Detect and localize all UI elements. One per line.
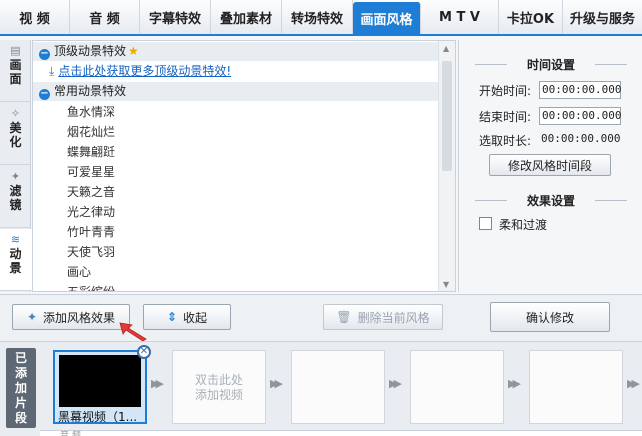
list-item[interactable]: 光之律动 [33,203,115,222]
list-item[interactable]: 天籁之音 [33,183,115,202]
collapse-icon[interactable]: − [39,49,50,60]
list-item[interactable]: 天使飞羽 [33,243,115,262]
clip-slot-empty[interactable] [529,350,623,424]
list-item[interactable]: 画心 [33,263,91,282]
trash-icon: 🗑 [336,310,352,324]
tab-upgrade-service[interactable]: 升级与服务 [563,0,642,34]
scrollbar-thumb[interactable] [442,61,452,171]
end-time-input[interactable]: 00:00:00.000 [539,107,621,125]
chevron-right-icon: ▶▶ [627,377,640,390]
modify-period-button[interactable]: 修改风格时间段 [489,154,611,176]
delete-current-style-label: 删除当前风格 [357,310,430,325]
end-time-label: 结束时间: [479,110,532,124]
collapse-label: 收起 [183,310,208,325]
download-icon: ⤓ [49,64,55,78]
magic-wand-icon: ✦ [26,310,38,324]
more-effects-link-text[interactable]: 点击此处获取更多顶级动景特效! [58,64,231,78]
side-tab-filter[interactable]: ✦ 滤镜 [0,166,31,228]
side-tab-bar: ▤ 画面 ✧ 美化 ✦ 滤镜 ≋ 动景 [0,40,32,292]
add-style-effect-label: 添加风格效果 [43,310,116,325]
side-tab-beautify[interactable]: ✧ 美化 [0,103,31,165]
scroll-up-icon[interactable]: ▲ [443,44,449,53]
tab-picture-style[interactable]: 画面风格 [353,2,421,34]
scroll-down-icon[interactable]: ▼ [443,280,449,289]
effects-list: − 顶级动景特效 ★ ⤓ 点击此处获取更多顶级动景特效! − 常用动景特效 鱼水情深 烟… [32,40,456,292]
category-label: 常用动景特效 [54,84,127,98]
side-tab-motion-scene[interactable]: ≋ 动景 [0,229,32,291]
collapse-arrow-icon: ⇕ [166,310,178,324]
tab-karaoke[interactable]: 卡拉OK [499,0,563,34]
side-tab-label: 动景 [9,247,22,275]
added-clips-label-text: 已添加片段 [14,350,27,425]
start-time-input[interactable]: 00:00:00.000 [539,81,621,99]
time-settings-title: 时间设置 [459,56,642,73]
clip-slot-empty[interactable] [291,350,385,424]
star-icon: ★ [128,44,139,58]
list-item[interactable]: 烟花灿烂 [33,123,115,142]
tab-audio[interactable]: 音 频 [70,0,140,34]
tab-video[interactable]: 视 频 [0,0,70,34]
category-premium[interactable]: − 顶级动景特效 ★ [33,42,438,61]
tab-overlay-material[interactable]: 叠加素材 [211,0,282,34]
audio-track-label: 音 频 [60,431,81,436]
chevron-right-icon: ▶▶ [151,377,164,390]
side-tab-label: 美化 [9,121,22,149]
picture-icon: ▤ [10,44,21,57]
effect-settings-title: 效果设置 [459,192,642,209]
smooth-transition-label: 柔和过渡 [499,218,548,232]
list-scrollbar[interactable]: ▲ ▼ [438,41,455,291]
smooth-transition-checkbox[interactable] [479,217,492,230]
delete-current-style-button[interactable]: 🗑 删除当前风格 [323,304,443,330]
main-tab-bar: 视 频 音 频 字幕特效 叠加素材 转场特效 画面风格 M T V 卡拉OK 升… [0,0,642,36]
clip-placeholder[interactable]: 双击此处 添加视频 [172,350,266,424]
chevron-right-icon: ▶▶ [389,377,402,390]
side-tab-label: 滤镜 [9,184,22,212]
category-common[interactable]: − 常用动景特效 [33,82,438,101]
list-item[interactable]: 竹叶青青 [33,223,115,242]
audio-track-strip: 音 频 [40,430,642,436]
chevron-right-icon: ▶▶ [508,377,521,390]
side-tab-picture[interactable]: ▤ 画面 [0,40,31,102]
confirm-modify-button[interactable]: 确认修改 [490,302,610,332]
list-item[interactable]: 蝶舞翩跹 [33,143,115,162]
magic-wand-icon: ✧ [10,107,21,120]
add-style-effect-button[interactable]: ✦ 添加风格效果 [12,304,130,330]
tab-transition-effects[interactable]: 转场特效 [282,0,353,34]
list-item[interactable]: 鱼水情深 [33,103,115,122]
filter-wand-icon: ✦ [10,170,21,183]
pointer-arrow-icon [119,322,147,341]
wave-icon: ≋ [10,233,21,246]
clip-slot-empty[interactable] [410,350,504,424]
settings-panel: 时间设置 开始时间: 00:00:00.000 结束时间: 00:00:00.0… [458,40,642,292]
clip-item-black-video[interactable]: 黑幕视频（1... [53,350,147,424]
action-bar: ✦ 添加风格效果 ⇕ 收起 🗑 删除当前风格 确认修改 [0,294,642,342]
more-effects-link[interactable]: ⤓ 点击此处获取更多顶级动景特效! [33,62,231,81]
duration-label: 选取时长: [479,134,532,148]
start-time-label: 开始时间: [479,84,532,98]
clip-thumbnail [59,355,141,407]
duration-value: 00:00:00.000 [541,132,621,145]
remove-clip-icon[interactable]: ✕ [137,345,151,359]
clip-placeholder-text: 双击此处 添加视频 [194,373,243,402]
list-item[interactable]: 五彩缤纷 [33,283,115,291]
category-label: 顶级动景特效 [54,44,127,58]
collapse-icon[interactable]: − [39,89,50,100]
chevron-right-icon: ▶▶ [270,377,283,390]
clip-caption: 黑幕视频（1... [58,410,138,424]
list-item[interactable]: 可爱星星 [33,163,115,182]
clip-strip: 已添加片段 黑幕视频（1... ▶▶ 双击此处 添加视频 ▶▶ ▶▶ ▶▶ ▶▶ [0,342,642,436]
side-tab-label: 画面 [9,58,22,86]
tab-subtitle-effects[interactable]: 字幕特效 [140,0,211,34]
added-clips-label: 已添加片段 [6,348,36,428]
collapse-button[interactable]: ⇕ 收起 [143,304,231,330]
tab-mtv[interactable]: M T V [421,0,499,34]
